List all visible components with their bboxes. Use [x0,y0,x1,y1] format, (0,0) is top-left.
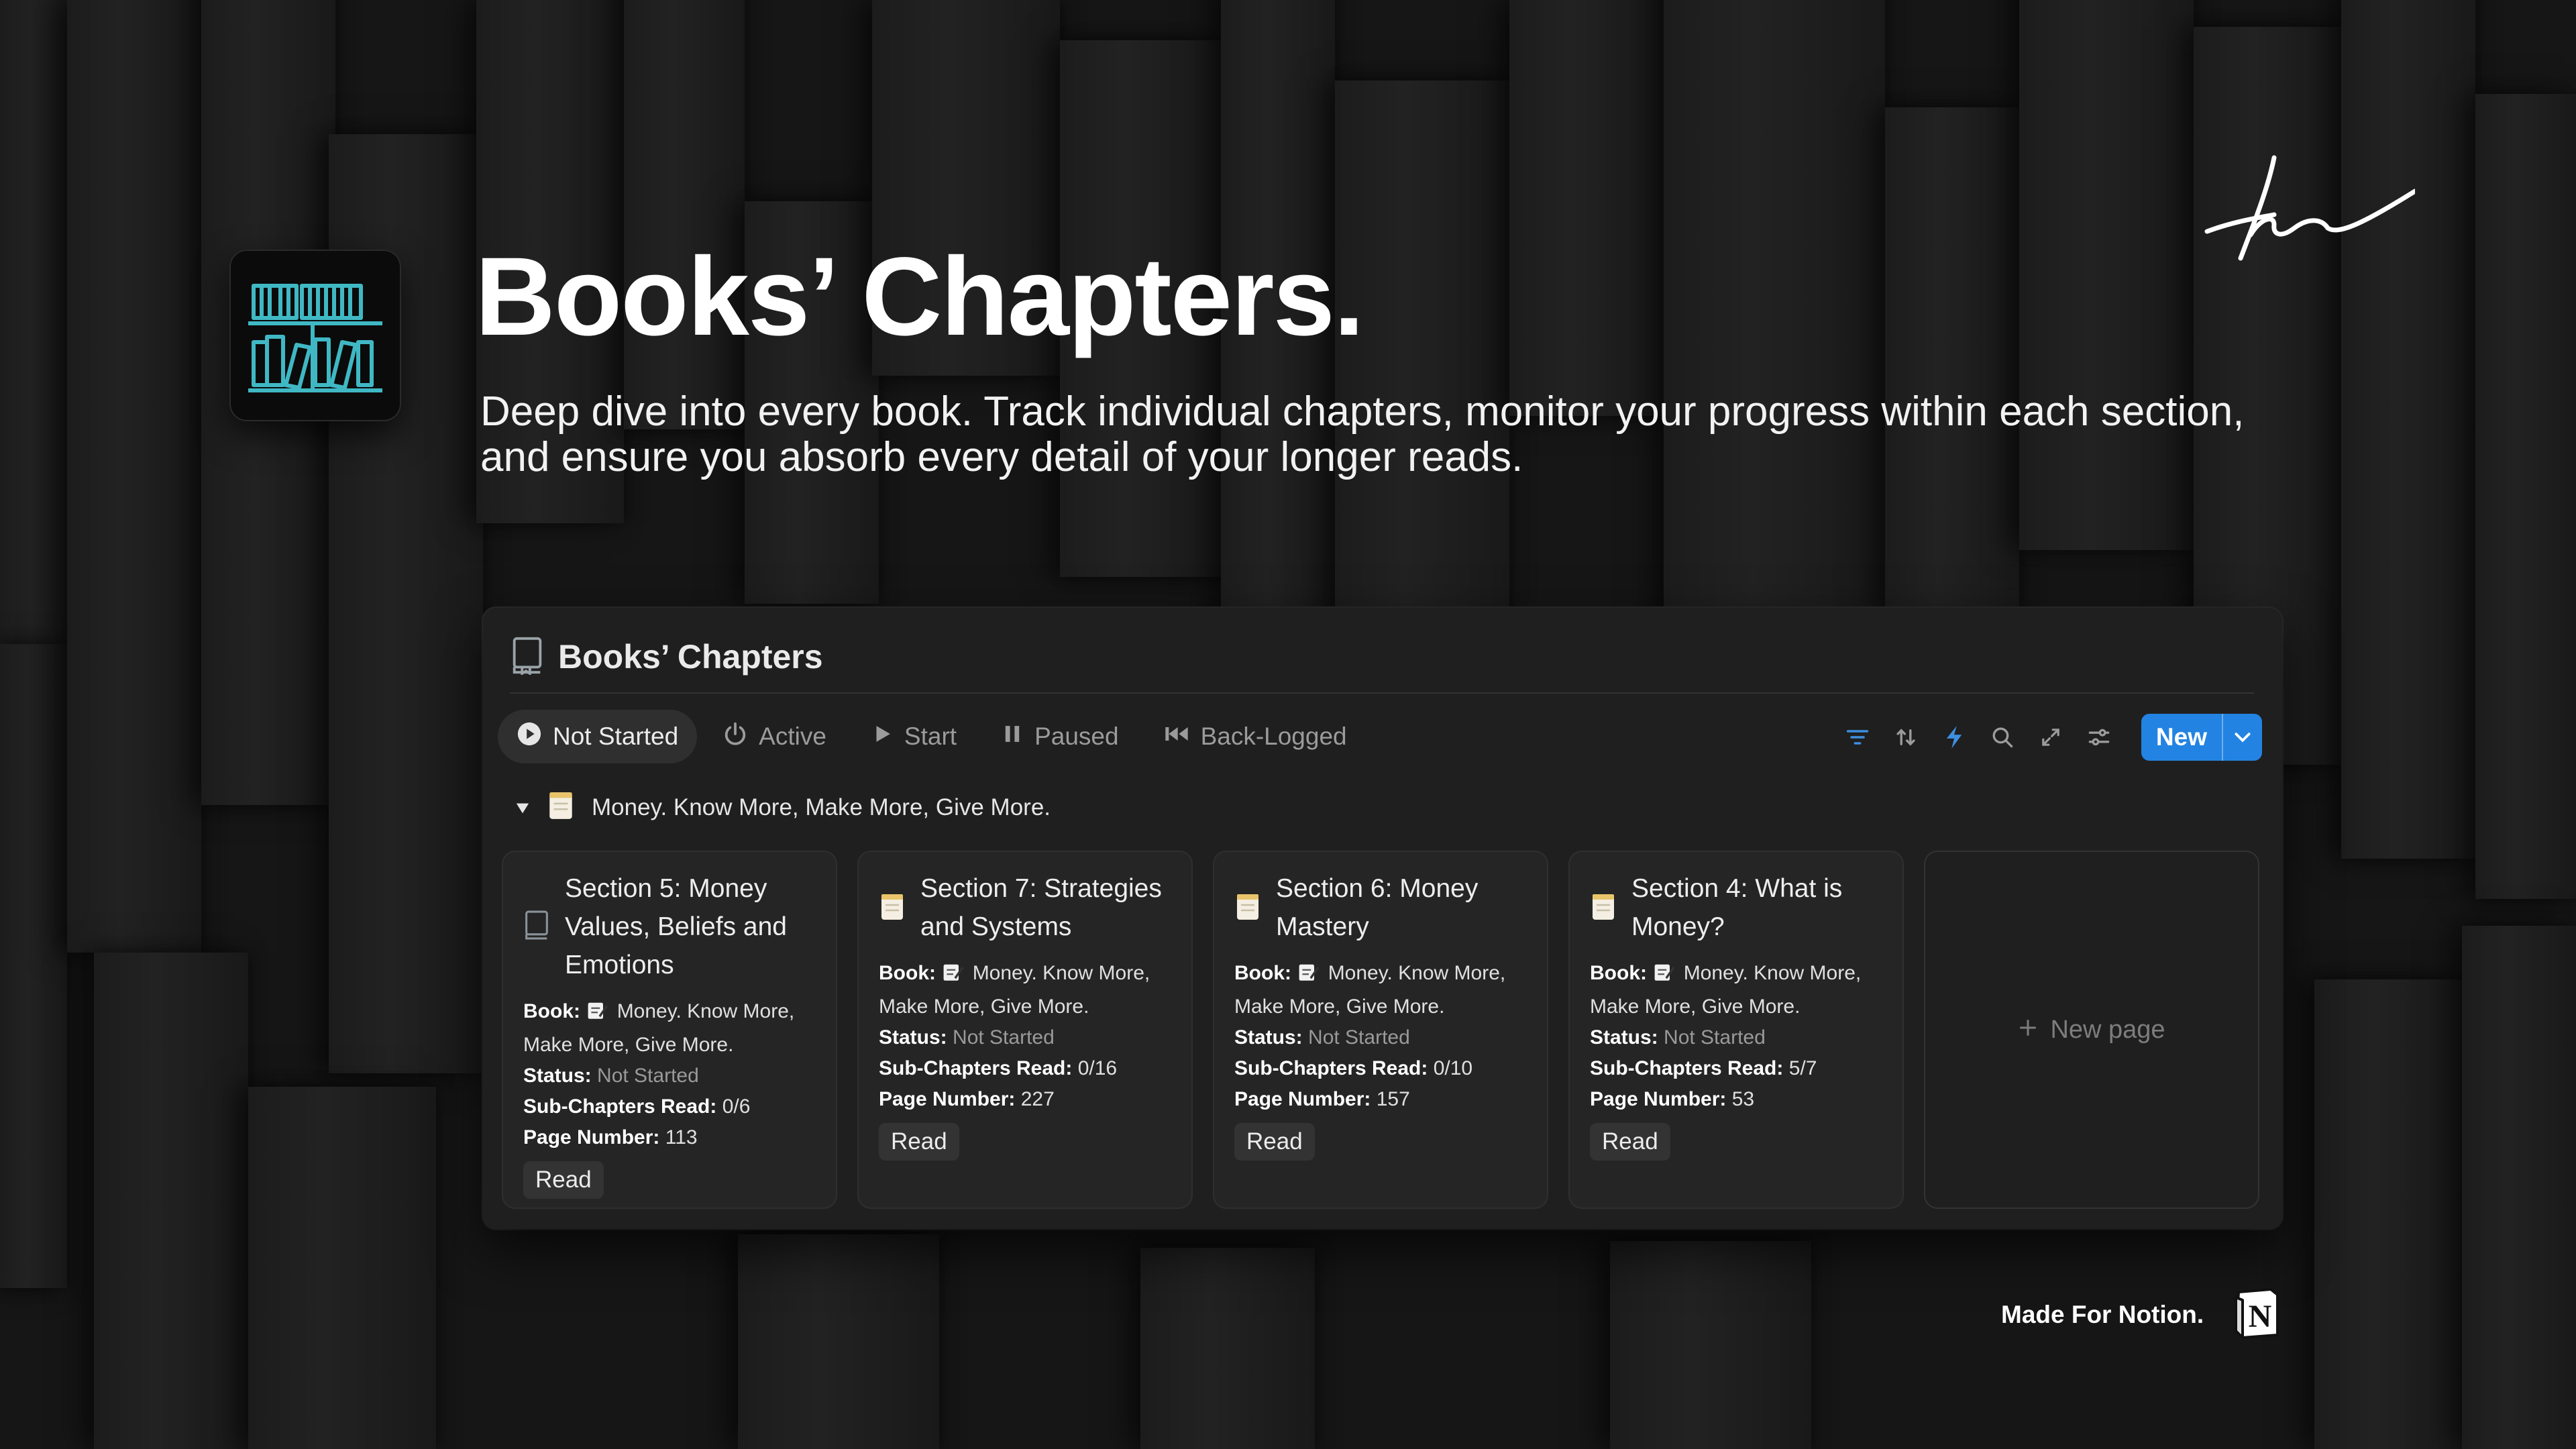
play-icon [871,722,894,751]
new-page-button[interactable]: New page [1925,852,2258,1208]
notion-logo-icon: N [2231,1287,2282,1344]
card-properties: Book: Money. Know More, Make More, Give … [523,999,795,1148]
made-for-notion-label: Made For Notion. [2001,1301,2204,1328]
power-icon [722,721,748,753]
database-panel: Books’ Chapters Not Started Active Start… [483,608,2282,1229]
footer: Made For Notion. N [2001,1281,2282,1348]
page-subtitle: Deep dive into every book. Track individ… [480,388,2245,480]
card-title: Section 7: Strategies and Systems [920,874,1162,941]
chevron-down-icon[interactable] [2222,714,2262,761]
svg-text:N: N [2249,1299,2272,1334]
pause-icon [1001,722,1024,751]
skip-back-icon [1163,722,1190,751]
tab-not-started[interactable]: Not Started [498,710,698,763]
read-tag: Read [879,1123,959,1161]
bookshelf-app-icon [229,250,401,421]
tab-back-logged[interactable]: Back-Logged [1144,710,1366,763]
card-title: Section 5: Money Values, Beliefs and Emo… [565,874,787,979]
database-title: Books’ Chapters [558,638,823,676]
card-properties: Book: Money. Know More, Make More, Give … [879,961,1150,1110]
page-title: Books’ Chapters. [475,235,1364,359]
group-label: Money. Know More, Make More, Give More. [592,794,1051,820]
new-button-label[interactable]: New [2141,714,2222,761]
board-card[interactable]: Section 6: Money Mastery Book: Money. Kn… [1214,852,1547,1208]
view-tabs: Not Started Active Start Paused Back-Log… [498,708,1366,765]
read-tag: Read [1590,1123,1670,1161]
search-icon[interactable] [1987,722,2018,753]
notepad-icon [1234,892,1261,924]
tab-paused[interactable]: Paused [982,710,1138,763]
tab-active[interactable]: Active [704,710,845,763]
new-button: New [2141,714,2262,761]
settings-sliders-icon[interactable] [2084,722,2114,753]
read-tag: Read [523,1161,604,1199]
board-card[interactable]: Section 5: Money Values, Beliefs and Emo… [503,852,836,1208]
board-cards: Section 5: Money Values, Beliefs and Emo… [503,852,2258,1208]
book-icon [523,910,550,944]
group-header[interactable]: Money. Know More, Make More, Give More. [515,788,1051,828]
automation-bolt-icon[interactable] [1939,722,1970,753]
notepad-icon [879,892,906,924]
card-properties: Book: Money. Know More, Make More, Give … [1590,961,1862,1110]
notepad-icon [1590,892,1617,924]
expand-icon[interactable] [2035,722,2066,753]
database-toolbar: New [1842,714,2262,761]
plus-icon [2018,1016,2038,1044]
sort-icon[interactable] [1890,722,1921,753]
signature-logo [2204,155,2415,261]
read-tag: Read [1234,1123,1315,1161]
database-header: Books’ Chapters [510,621,2254,694]
memo-icon [1654,961,1675,991]
board-card[interactable]: Section 4: What is Money? Book: Money. K… [1570,852,1902,1208]
notepad-icon [546,790,576,826]
card-properties: Book: Money. Know More, Make More, Give … [1234,961,1506,1110]
triangle-down-icon[interactable] [515,794,530,821]
book-icon [510,636,545,678]
memo-icon [1298,961,1320,991]
filter-icon[interactable] [1842,722,1873,753]
memo-icon [943,961,964,991]
play-circle-icon [517,721,542,753]
board-card[interactable]: Section 7: Strategies and Systems Book: … [859,852,1191,1208]
memo-icon [587,999,608,1030]
new-page-label: New page [2050,1015,2165,1044]
card-title: Section 4: What is Money? [1631,874,1843,941]
card-title: Section 6: Money Mastery [1276,874,1479,941]
tab-start[interactable]: Start [852,710,975,763]
